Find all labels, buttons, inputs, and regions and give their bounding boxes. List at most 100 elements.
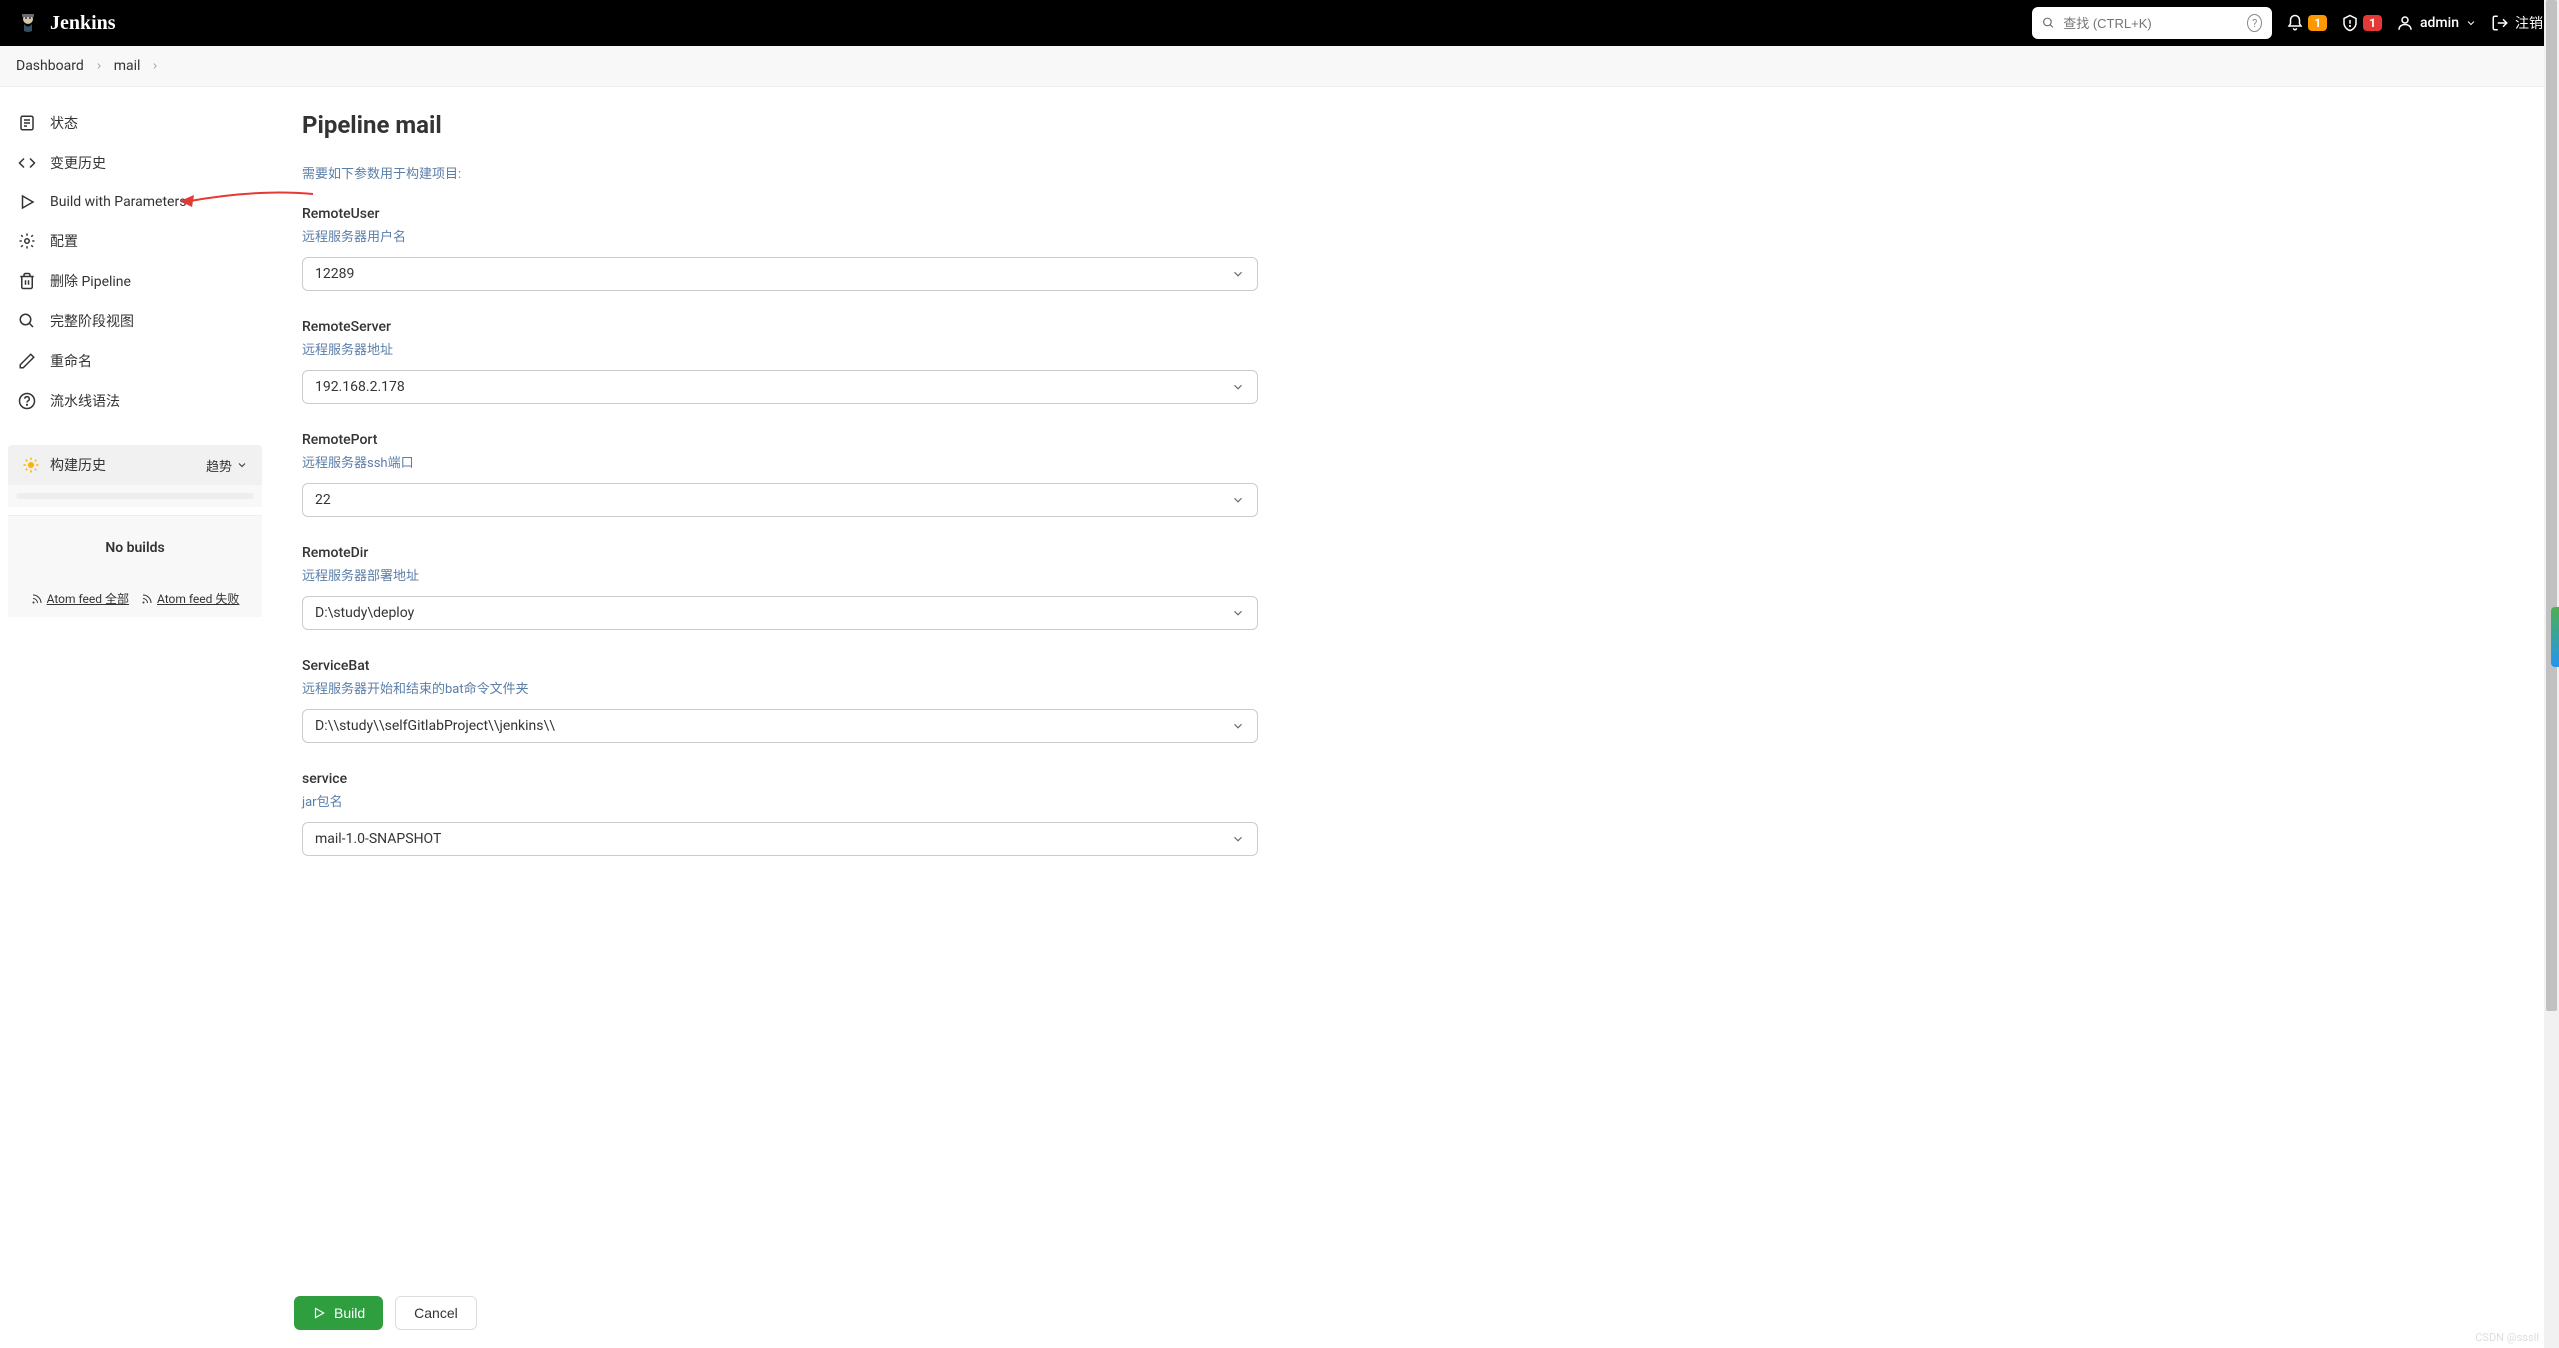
- build-history-label: 构建历史: [50, 455, 106, 475]
- page-title: Pipeline mail: [302, 111, 1258, 139]
- atom-feed-all[interactable]: Atom feed 全部: [31, 590, 129, 607]
- pencil-icon: [18, 352, 36, 370]
- cancel-button[interactable]: Cancel: [395, 1296, 477, 1330]
- help-icon: [18, 392, 36, 410]
- trend-link[interactable]: 趋势: [206, 456, 248, 475]
- header-right: ? 1 1 admin 注销: [2032, 7, 2543, 39]
- param-select-remoteserver[interactable]: 192.168.2.178: [302, 370, 1258, 404]
- sidebar-item-build-params[interactable]: Build with Parameters: [8, 183, 262, 221]
- chevron-right-icon: [94, 61, 104, 71]
- header-left: Jenkins: [16, 11, 116, 35]
- sidebar-item-label: 状态: [50, 113, 78, 133]
- param-desc: jar包名: [302, 791, 1258, 810]
- build-history-header: 构建历史 趋势: [8, 445, 262, 485]
- play-icon: [312, 1306, 326, 1320]
- search-help-icon[interactable]: ?: [2247, 14, 2262, 32]
- param-desc: 远程服务器部署地址: [302, 565, 1258, 584]
- action-buttons: Build Cancel: [294, 1284, 2543, 1348]
- param-label: RemoteUser: [302, 206, 1258, 222]
- search-box[interactable]: ?: [2032, 7, 2272, 39]
- param-select-remoteuser[interactable]: 12289: [302, 257, 1258, 291]
- sidebar: 状态 变更历史 Build with Parameters 配置 删除 Pipe…: [0, 87, 270, 984]
- param-remotedir: RemoteDir 远程服务器部署地址 D:\study\deploy: [302, 545, 1258, 630]
- param-intro: 需要如下参数用于构建项目:: [302, 163, 1258, 182]
- param-value: mail-1.0-SNAPSHOT: [315, 831, 441, 847]
- param-desc: 远程服务器ssh端口: [302, 452, 1258, 471]
- search-icon: [2042, 15, 2055, 31]
- chevron-down-icon: [1231, 267, 1245, 281]
- user-menu[interactable]: admin: [2396, 14, 2477, 32]
- watermark: CSDN @sssll: [2475, 1331, 2539, 1344]
- param-select-remoteport[interactable]: 22: [302, 483, 1258, 517]
- sidebar-item-configure[interactable]: 配置: [8, 221, 262, 261]
- rss-icon: [141, 593, 153, 605]
- jenkins-logo-icon: [16, 11, 40, 35]
- rss-icon: [31, 593, 43, 605]
- build-filter-input[interactable]: [16, 493, 254, 499]
- trend-label: 趋势: [206, 456, 232, 475]
- user-name: admin: [2420, 15, 2459, 31]
- param-remoteport: RemotePort 远程服务器ssh端口 22: [302, 432, 1258, 517]
- param-label: RemoteServer: [302, 319, 1258, 335]
- param-select-servicebat[interactable]: D:\\study\\selfGitlabProject\\jenkins\\: [302, 709, 1258, 743]
- param-label: RemotePort: [302, 432, 1258, 448]
- logout-icon: [2491, 14, 2509, 32]
- param-value: 22: [315, 492, 331, 508]
- logout-label: 注销: [2515, 13, 2543, 33]
- alerts-button[interactable]: 1: [2341, 14, 2382, 32]
- sidebar-item-label: 流水线语法: [50, 391, 120, 411]
- notification-badge: 1: [2308, 15, 2327, 31]
- sidebar-item-stage-view[interactable]: 完整阶段视图: [8, 301, 262, 341]
- scroll-indicator[interactable]: [2551, 607, 2559, 667]
- sidebar-item-delete[interactable]: 删除 Pipeline: [8, 261, 262, 301]
- app-name[interactable]: Jenkins: [50, 12, 116, 35]
- build-history-panel: 构建历史 趋势 No builds Atom feed 全部 Atom feed: [8, 445, 262, 617]
- param-servicebat: ServiceBat 远程服务器开始和结束的bat命令文件夹 D:\\study…: [302, 658, 1258, 743]
- param-select-remotedir[interactable]: D:\study\deploy: [302, 596, 1258, 630]
- top-header: Jenkins ? 1 1 admin 注销: [0, 0, 2559, 46]
- param-value: 12289: [315, 266, 354, 282]
- chevron-down-icon: [1231, 380, 1245, 394]
- no-builds-message: No builds: [8, 515, 262, 580]
- user-icon: [2396, 14, 2414, 32]
- build-button[interactable]: Build: [294, 1296, 383, 1330]
- alert-badge: 1: [2363, 15, 2382, 31]
- search-input[interactable]: [2063, 16, 2239, 31]
- param-label: service: [302, 771, 1258, 787]
- scrollbar-track[interactable]: [2544, 0, 2559, 1348]
- sidebar-item-label: Build with Parameters: [50, 194, 186, 210]
- breadcrumb: Dashboard mail: [0, 46, 2559, 87]
- param-label: ServiceBat: [302, 658, 1258, 674]
- sidebar-item-rename[interactable]: 重命名: [8, 341, 262, 381]
- sidebar-item-label: 配置: [50, 231, 78, 251]
- sidebar-item-syntax[interactable]: 流水线语法: [8, 381, 262, 421]
- sidebar-item-status[interactable]: 状态: [8, 103, 262, 143]
- param-desc: 远程服务器地址: [302, 339, 1258, 358]
- feed-links: Atom feed 全部 Atom feed 失败: [8, 580, 262, 617]
- trash-icon: [18, 272, 36, 290]
- atom-feed-fail[interactable]: Atom feed 失败: [141, 590, 239, 607]
- param-desc: 远程服务器用户名: [302, 226, 1258, 245]
- param-remoteuser: RemoteUser 远程服务器用户名 12289: [302, 206, 1258, 291]
- notifications-button[interactable]: 1: [2286, 14, 2327, 32]
- sidebar-item-changes[interactable]: 变更历史: [8, 143, 262, 183]
- sidebar-item-label: 删除 Pipeline: [50, 271, 131, 291]
- param-remoteserver: RemoteServer 远程服务器地址 192.168.2.178: [302, 319, 1258, 404]
- scrollbar-thumb[interactable]: [2546, 0, 2557, 1011]
- logout-button[interactable]: 注销: [2491, 13, 2543, 33]
- status-icon: [18, 114, 36, 132]
- param-label: RemoteDir: [302, 545, 1258, 561]
- shield-alert-icon: [2341, 14, 2359, 32]
- chevron-down-icon: [236, 459, 248, 471]
- breadcrumb-item[interactable]: Dashboard: [16, 58, 84, 74]
- param-select-service[interactable]: mail-1.0-SNAPSHOT: [302, 822, 1258, 856]
- chevron-down-icon: [1231, 493, 1245, 507]
- code-icon: [18, 154, 36, 172]
- sidebar-item-label: 完整阶段视图: [50, 311, 134, 331]
- main-content: Pipeline mail 需要如下参数用于构建项目: RemoteUser 远…: [270, 87, 1290, 984]
- chevron-down-icon: [1231, 719, 1245, 733]
- breadcrumb-item[interactable]: mail: [114, 58, 141, 74]
- build-history-title: 构建历史: [22, 455, 106, 475]
- param-service: service jar包名 mail-1.0-SNAPSHOT: [302, 771, 1258, 856]
- param-value: D:\\study\\selfGitlabProject\\jenkins\\: [315, 718, 555, 734]
